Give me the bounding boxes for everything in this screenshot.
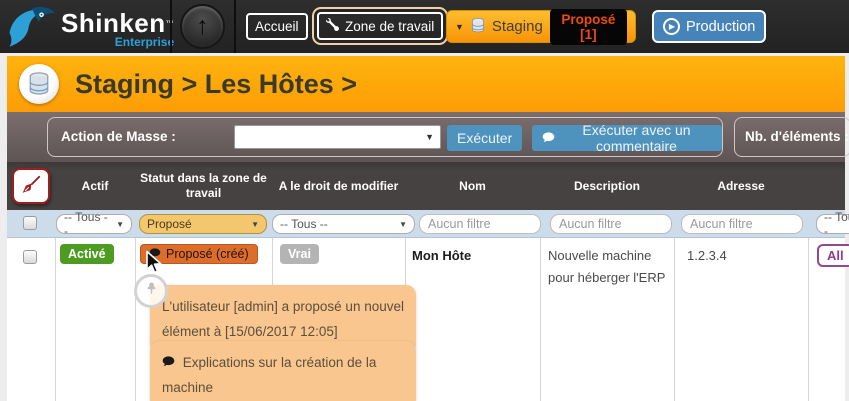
filter-droit-select[interactable]: -- Tous -- ▼ <box>272 214 415 234</box>
mass-action-select[interactable]: ▼ <box>234 125 441 149</box>
mouse-cursor <box>145 250 164 282</box>
play-icon: ▶ <box>663 18 680 35</box>
filter-description-input[interactable] <box>550 214 672 234</box>
execute-button[interactable]: Exécuter <box>447 125 522 151</box>
comment-tooltip: Explications sur la création de la machi… <box>150 341 416 401</box>
breadcrumb-bar: Staging > Les Hôtes > <box>7 56 845 112</box>
database-circle-icon <box>19 64 59 104</box>
filter-row: -- Tous -- ▼ Proposé ▼ -- Tous -- ▼ -- T… <box>7 210 845 238</box>
production-button[interactable]: ▶ Production <box>652 10 766 43</box>
execute-with-comment-label: Exécuter avec un commentaire <box>561 122 712 154</box>
column-header-description[interactable]: Description <box>540 162 674 210</box>
broom-icon <box>20 174 42 199</box>
column-header-droit[interactable]: A le droit de modifier <box>272 162 405 210</box>
row-checkbox[interactable] <box>23 250 37 264</box>
rights-badge: Vrai <box>280 244 319 264</box>
proposed-count-badge: Proposé [1] <box>550 9 627 45</box>
mass-action-label: Action de Masse : <box>61 129 176 144</box>
table-body: Activé Proposé (créé) Vrai Mon Hôte Nouv… <box>7 238 845 401</box>
home-button-label: Accueil <box>255 19 299 34</box>
host-address: 1.2.3.4 <box>687 248 727 263</box>
up-arrow-icon: ↑ <box>196 12 209 41</box>
host-description: Nouvelle machine pour héberger l'ERP <box>548 245 672 289</box>
element-count-label: Nb. d'éléments : <box>745 129 849 144</box>
filter-nom-input[interactable] <box>419 214 541 234</box>
column-divider <box>674 238 675 401</box>
shinken-logo-icon <box>6 3 58 54</box>
app-window: Shinken™ Enterprise ↑ Accueil Zone de tr… <box>0 0 849 401</box>
execute-button-label: Exécuter <box>457 130 512 146</box>
clear-filters-button[interactable] <box>12 168 50 204</box>
staging-dropdown-button[interactable]: ▼ Staging Proposé [1] <box>446 10 636 43</box>
column-divider <box>135 238 136 401</box>
filter-actif-select[interactable]: -- Tous -- ▼ <box>56 214 132 234</box>
column-header-actif[interactable]: Actif <box>55 162 135 210</box>
caret-down-icon: ▼ <box>251 220 259 229</box>
caret-down-icon: ▼ <box>116 220 124 229</box>
mass-action-bar: Action de Masse : ▼ Exécuter Exécuter av… <box>7 112 845 162</box>
production-button-label: Production <box>686 19 755 35</box>
workzone-button[interactable]: Zone de travail <box>317 12 443 40</box>
host-name[interactable]: Mon Hôte <box>412 248 471 263</box>
element-count-group: Nb. d'éléments : <box>734 117 849 157</box>
filter-next-select[interactable]: -- Tous -- <box>816 214 849 234</box>
realm-tag-badge: All <box>817 244 849 267</box>
pushpin-icon <box>144 281 159 301</box>
staging-button-label: Staging <box>492 18 543 35</box>
caret-down-icon: ▼ <box>399 220 407 229</box>
column-header-adresse[interactable]: Adresse <box>674 162 808 210</box>
database-icon <box>471 17 485 37</box>
table-header: Actif Statut dans la zone de travail A l… <box>7 162 845 210</box>
brand-name: Shinken <box>61 8 166 38</box>
column-divider <box>808 238 809 401</box>
page-title: Staging > Les Hôtes > <box>75 69 357 100</box>
comment-bubble-icon <box>162 355 179 370</box>
execute-with-comment-button[interactable]: Exécuter avec un commentaire <box>532 125 722 151</box>
filter-statut-select[interactable]: Proposé ▼ <box>139 214 267 234</box>
wrench-icon <box>326 18 339 34</box>
brand-sub: Enterprise <box>115 37 174 48</box>
select-all-checkbox[interactable] <box>23 216 37 230</box>
divider <box>170 0 172 53</box>
workzone-button-label: Zone de travail <box>345 19 434 34</box>
divider <box>234 0 236 53</box>
scroll-top-button[interactable]: ↑ <box>180 4 225 49</box>
caret-down-icon: ▼ <box>455 22 464 32</box>
active-status-badge: Activé <box>60 244 114 264</box>
filter-adresse-input[interactable] <box>681 214 803 234</box>
top-navigation-bar: Shinken™ Enterprise ↑ Accueil Zone de tr… <box>0 0 849 53</box>
column-divider <box>55 238 56 401</box>
column-header-nom[interactable]: Nom <box>405 162 540 210</box>
comment-bubble-icon <box>542 130 555 146</box>
home-button[interactable]: Accueil <box>246 13 308 40</box>
caret-down-icon: ▼ <box>425 132 434 142</box>
column-divider <box>540 238 541 401</box>
shinken-logo[interactable]: Shinken™ Enterprise <box>6 3 174 54</box>
column-header-statut[interactable]: Statut dans la zone de travail <box>135 162 272 210</box>
mass-action-group: Action de Masse : ▼ Exécuter Exécuter av… <box>47 117 723 157</box>
